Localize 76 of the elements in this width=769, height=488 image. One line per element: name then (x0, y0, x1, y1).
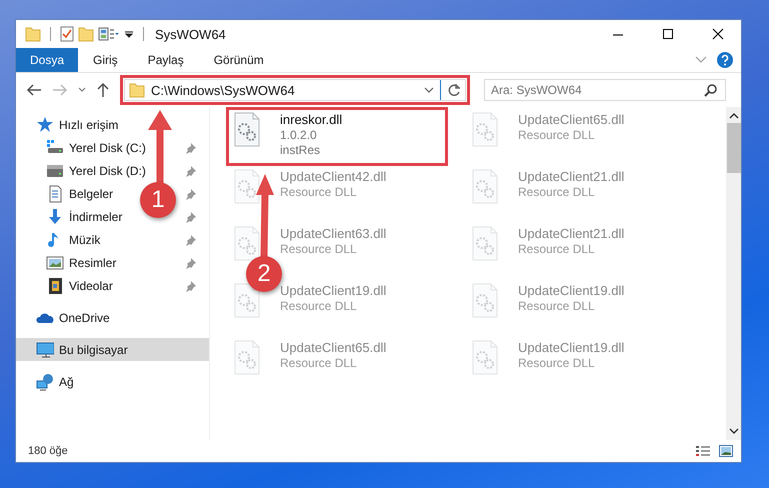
file-name: UpdateClient19.dll (280, 283, 386, 298)
network-icon (36, 372, 54, 390)
recent-caret-icon[interactable] (78, 87, 86, 93)
sidebar-label: İndirmeler (69, 210, 122, 224)
details-view-icon[interactable] (695, 445, 711, 457)
file-detail: Resource DLL (280, 242, 358, 256)
file-detail: Resource DLL (518, 299, 596, 313)
sidebar-item[interactable]: Ağ (16, 370, 78, 393)
scroll-thumb[interactable] (726, 123, 740, 173)
sidebar-item[interactable]: Bu bilgisayar (16, 338, 209, 361)
up-arrow-icon[interactable] (96, 82, 110, 98)
sidebar-item[interactable]: Videolar (16, 274, 117, 297)
video-icon (46, 276, 64, 294)
sidebar-label: Ağ (59, 374, 74, 388)
search-field[interactable]: Ara: SysWOW64 (484, 79, 726, 101)
sidebar-label: Yerel Disk (D:) (69, 164, 146, 178)
sidebar-item[interactable]: İndirmeler (16, 205, 126, 228)
sidebar-label: OneDrive (59, 310, 110, 324)
file-detail: Resource DLL (518, 242, 596, 256)
computer-icon (36, 340, 54, 358)
scroll-down-icon[interactable] (728, 428, 738, 434)
file-detail: Resource DLL (518, 356, 596, 370)
file-name: UpdateClient65.dll (518, 112, 624, 127)
ribbon-tab[interactable]: Dosya (16, 48, 78, 72)
sidebar-label: Bu bilgisayar (59, 342, 128, 356)
file-detail: Resource DLL (518, 185, 596, 199)
sidebar-item[interactable]: Müzik (16, 228, 104, 251)
sidebar-label: Müzik (69, 232, 100, 246)
properties-icon[interactable] (98, 27, 120, 41)
sidebar-label: Videolar (69, 278, 113, 292)
ribbon-tab[interactable]: Paylaş (132, 48, 199, 72)
file-name: UpdateClient21.dll (518, 226, 624, 241)
chevron-down-icon[interactable] (695, 56, 707, 64)
file-detail: Resource DLL (518, 128, 596, 142)
customize-caret-icon[interactable] (124, 29, 134, 39)
file-detail: Resource DLL (280, 299, 358, 313)
address-path: C:\Windows\SysWOW64 (151, 82, 295, 98)
pictures-icon (46, 254, 64, 272)
sidebar-item[interactable]: Yerel Disk (D:) (16, 159, 150, 182)
file-name: UpdateClient65.dll (280, 340, 386, 355)
scrollbar[interactable] (726, 107, 741, 440)
folder-icon (129, 81, 145, 99)
file-name: UpdateClient63.dll (280, 226, 386, 241)
back-arrow-icon[interactable] (26, 83, 42, 97)
large-icons-view-icon[interactable] (719, 445, 733, 457)
scroll-up-icon[interactable] (728, 113, 738, 119)
item-count: 180 öğe (28, 445, 68, 457)
file-detail: Resource DLL (280, 185, 358, 199)
download-icon (46, 208, 64, 226)
sidebar-item[interactable]: Hızlı erişim (16, 113, 122, 136)
window-title: SysWOW64 (155, 26, 226, 42)
sidebar-label: Hızlı erişim (59, 118, 118, 132)
help-icon[interactable] (717, 52, 733, 68)
file-name: UpdateClient19.dll (518, 340, 624, 355)
sidebar-label: Resimler (69, 256, 116, 270)
ribbon-tab[interactable]: Görünüm (198, 48, 279, 72)
refresh-icon[interactable] (447, 83, 461, 97)
search-icon[interactable] (704, 83, 718, 97)
file-name: UpdateClient21.dll (518, 169, 624, 184)
file-name: UpdateClient42.dll (280, 169, 386, 184)
file-name: inreskor.dll (280, 112, 342, 127)
sidebar-item[interactable]: OneDrive (16, 306, 114, 329)
checklist-icon[interactable] (60, 26, 74, 42)
file-detail: instRes (280, 143, 322, 157)
sidebar-label: Yerel Disk (C:) (69, 140, 146, 154)
file-name: UpdateClient19.dll (518, 283, 624, 298)
sidebar-label: Belgeler (69, 186, 114, 200)
file-detail: Resource DLL (280, 356, 358, 370)
ribbon-tab[interactable]: Giriş (78, 48, 133, 72)
sidebar-item[interactable]: Belgeler (16, 182, 118, 205)
folder-icon (25, 25, 41, 43)
dropdown-caret-icon[interactable] (424, 87, 434, 93)
sidebar-item[interactable]: Resimler (16, 251, 120, 274)
file-detail: 1.0.2.0 (280, 128, 318, 142)
sidebar-item[interactable]: Yerel Disk (C:) (16, 136, 150, 159)
star-icon (36, 116, 54, 134)
